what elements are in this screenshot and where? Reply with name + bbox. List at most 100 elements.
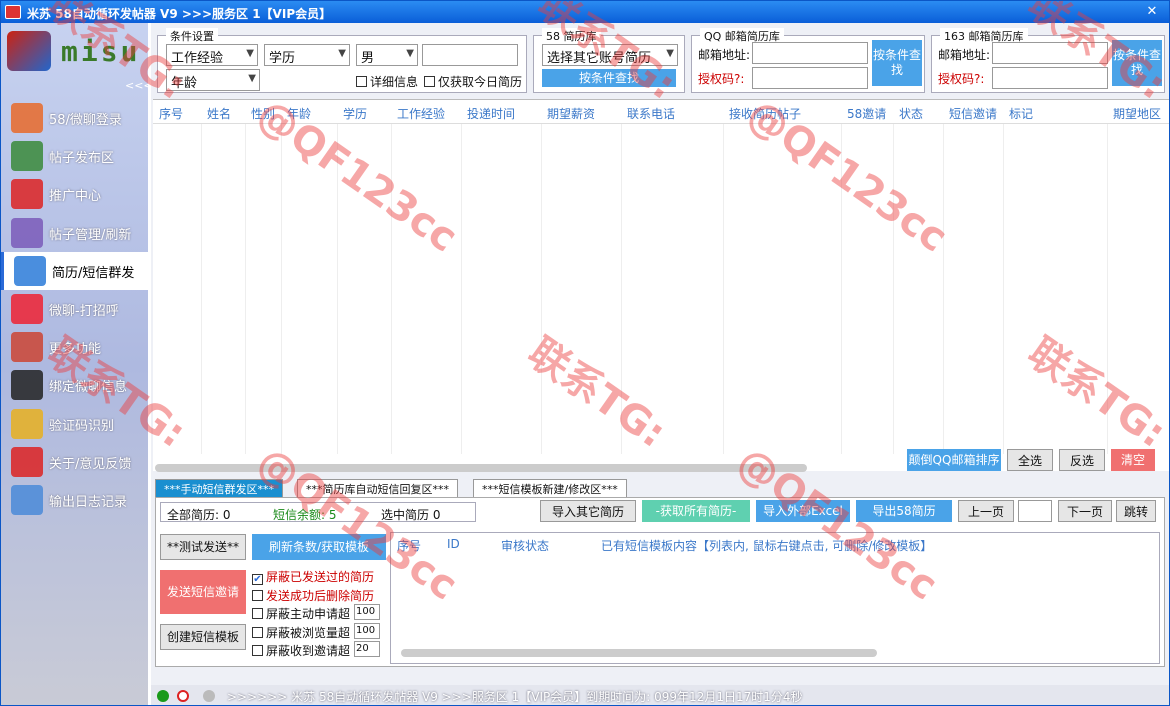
column-header[interactable]: 投递时间 [467,105,515,122]
sidebar-item-10[interactable]: 输出日志记录 [1,481,148,519]
option-value-input[interactable]: 100 [354,604,380,620]
sidebar-item-7[interactable]: 绑定微聊信息 [1,366,148,404]
column-header[interactable]: 工作经验 [397,105,445,122]
education-select[interactable]: 学历 ▼ [264,44,350,66]
column-header[interactable]: 58邀请 [847,105,886,122]
refresh-templates-button[interactable]: 刷新条数/获取模板 [252,534,386,560]
column-header[interactable]: 性别 [251,105,275,122]
column-header[interactable]: 接收简历帖子 [729,105,801,122]
window-title: 米苏 58自动循环发帖器 V9 >>>服务区 1【VIP会员】 [27,7,332,21]
chevron-down-icon: ▼ [406,48,414,59]
conditions-group: 条件设置 工作经验 ▼ 学历 ▼ 男 ▼ 年龄 ▼ 详细信息 仅获取今日简历 [157,28,527,93]
163-email-label: 邮箱地址: [938,48,991,62]
clear-button[interactable]: 清空 [1111,449,1155,471]
sidebar-item-1[interactable]: 帖子发布区 [1,137,148,175]
sidebar-item-2[interactable]: 推广中心 [1,175,148,213]
sidebar-item-6[interactable]: 更多功能 [1,328,148,366]
sidebar-item-label: 推广中心 [49,189,102,205]
option-checkbox-3[interactable]: 屏蔽被浏览量超 [252,624,350,641]
experience-select[interactable]: 工作经验 ▼ [166,44,258,66]
sidebar-item-label: 微聊-打招呼 [49,304,119,319]
sidebar-item-0[interactable]: 58/微聊登录 [1,99,148,137]
column-header[interactable]: 序号 [159,105,183,122]
tab-0[interactable]: ***手动短信群发区*** [155,479,283,497]
age-select[interactable]: 年龄 ▼ [166,69,260,91]
163-auth-input[interactable] [992,67,1108,89]
export58-button[interactable]: 导出58简历 [856,500,952,522]
column-divider [1003,124,1004,454]
jump-button[interactable]: 跳转 [1116,500,1156,522]
lib58-search-button[interactable]: 按条件查找 [542,69,676,87]
qq-auth-input[interactable] [752,67,868,89]
163-auth-label[interactable]: 授权码?: [938,70,984,87]
detail-checkbox[interactable]: 详细信息 [356,73,418,90]
sidebar-item-label: 绑定微聊信息 [49,380,128,396]
page-input[interactable] [1018,500,1052,522]
all-resumes-count: 全部简历: 0 [167,508,231,522]
sidebar-item-5[interactable]: 微聊-打招呼 [1,290,148,328]
sidebar-item-8[interactable]: 验证码识别 [1,405,148,443]
option-checkbox-1[interactable]: 发送成功后删除简历 [252,587,374,604]
next-page-button[interactable]: 下一页 [1058,500,1112,522]
select-all-button[interactable]: 全选 [1007,449,1053,471]
option-label: 发送成功后删除简历 [266,588,375,603]
sidebar-item-3[interactable]: 帖子管理/刷新 [1,214,148,252]
option-value-input[interactable]: 100 [354,622,380,639]
create-template-button[interactable]: 创建短信模板 [160,624,246,650]
today-checkbox[interactable]: 仅获取今日简历 [424,73,522,90]
template-list[interactable]: 序号 ID 审核状态 已有短信模板内容【列表内, 鼠标右键点击, 可删除/修改模板】 [390,532,1160,664]
column-header[interactable]: 短信邀请 [949,105,997,122]
sidebar-item-label: 帖子发布区 [49,151,115,167]
163-email-input[interactable] [992,42,1108,64]
column-header[interactable]: 姓名 [207,105,231,122]
reverse-qq-sort-button[interactable]: 颠倒QQ邮箱排序 [907,449,1001,471]
info-icon [11,446,43,477]
column-header[interactable]: 标记 [1009,105,1033,122]
gender-select[interactable]: 男 ▼ [356,44,418,66]
qq-email-input[interactable] [752,42,868,64]
option-checkbox-0[interactable]: ✔ 屏蔽已发送过的简历 [252,568,374,585]
option-checkbox-4[interactable]: 屏蔽收到邀请超 [252,642,350,659]
close-button[interactable]: ✕ [1143,4,1161,20]
column-divider [201,124,202,454]
account-select[interactable]: 选择其它账号简历 ▼ [542,44,678,66]
horizontal-scrollbar[interactable] [155,464,807,472]
column-divider [893,124,894,454]
column-header[interactable]: 期望地区 [1113,105,1161,122]
column-header[interactable]: 年龄 [287,105,311,122]
option-value-input[interactable]: 20 [354,641,380,657]
option-checkbox-2[interactable]: 屏蔽主动申请超 [252,605,350,622]
checkbox-box [252,626,263,638]
logo: misu [3,27,143,77]
tab-2[interactable]: ***短信模板新建/修改区*** [473,479,627,497]
gender-value: 男 [361,51,375,66]
send-sms-button[interactable]: 发送短信邀请 [160,570,246,614]
column-divider [541,124,542,454]
sidebar-item-9[interactable]: 关于/意见反馈 [1,443,148,481]
import-other-button[interactable]: 导入其它简历 [540,500,636,522]
fetch-all-button[interactable]: -获取所有简历- [642,500,750,522]
163-search-button[interactable]: 按条件查找 [1112,40,1162,86]
status-bar: >>>>>> 米苏 58自动循环发帖器 V9 >>>服务区 1【VIP会员】到期… [151,685,1169,705]
prev-page-button[interactable]: 上一页 [958,500,1014,522]
test-send-button[interactable]: **测试发送** [160,534,246,560]
template-scrollbar[interactable] [401,649,877,657]
column-header[interactable]: 学历 [343,105,367,122]
block-icon [177,690,189,702]
column-divider [461,124,462,454]
column-header[interactable]: 联系电话 [627,105,675,122]
lib58-group: 58 简历库 选择其它账号简历 ▼ 按条件查找 [533,28,685,93]
column-header[interactable]: 期望薪资 [547,105,595,122]
keyword-input[interactable] [422,44,518,66]
column-divider [841,124,842,454]
collapse-sidebar-button[interactable]: <<< [125,79,153,92]
qq-auth-label[interactable]: 授权码?: [698,70,744,87]
qq-search-button[interactable]: 按条件查找 [872,40,922,86]
resume-table[interactable]: 序号 姓名 性别 年龄 学历 工作经验 投递时间 期望薪资 联系电话 接收简历帖子 58邀请 状态 短信… [153,99,1169,472]
tab-1[interactable]: ***简历库自动短信回复区*** [297,479,458,497]
experience-value: 工作经验 [171,51,224,66]
import-excel-button[interactable]: 导入外部Excel [756,500,850,522]
sidebar-item-4[interactable]: 简历/短信群发 [1,251,148,290]
invert-selection-button[interactable]: 反选 [1059,449,1105,471]
column-header[interactable]: 状态 [899,105,923,122]
